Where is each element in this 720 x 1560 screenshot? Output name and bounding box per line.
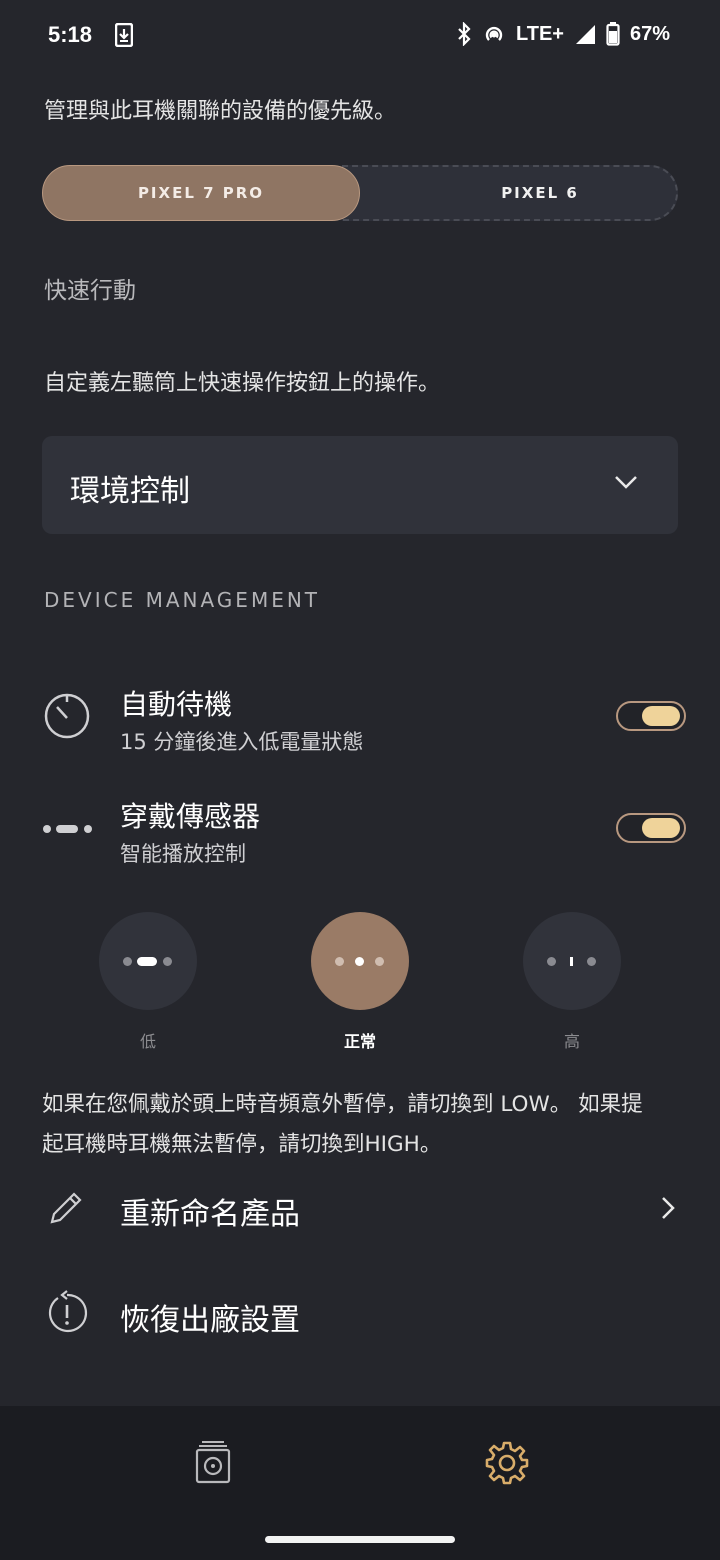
home-indicator[interactable]: [265, 1536, 455, 1543]
sensitivity-low-label: 低: [139, 1032, 156, 1051]
auto-standby-subtitle: 15 分鐘後進入低電量狀態: [120, 730, 364, 754]
quick-action-title: 快速行動: [44, 278, 136, 304]
bluetooth-icon: [458, 22, 471, 46]
auto-standby-title: 自動待機: [120, 688, 233, 721]
download-notification-icon: [115, 23, 133, 47]
sensitivity-high-label: 高: [563, 1032, 580, 1051]
sensitivity-note-line-1: 如果在您佩戴於頭上時音頻意外暫停，請切換到 LOW。 如果提: [42, 1092, 643, 1117]
device-icon[interactable]: [194, 1440, 232, 1484]
pencil-icon: [50, 1192, 82, 1224]
rename-product-row[interactable]: 重新命名產品: [0, 1170, 720, 1246]
status-bar: 5:18 LTE+ 67%: [0, 0, 720, 72]
factory-reset-row[interactable]: 恢復出廠設置: [0, 1276, 720, 1352]
status-icons: LTE+ 67%: [456, 22, 670, 46]
auto-standby-toggle[interactable]: [616, 701, 686, 731]
wear-sensor-toggle[interactable]: [616, 813, 686, 843]
sensitivity-low-button[interactable]: [99, 912, 197, 1010]
factory-reset-label: 恢復出廠設置: [120, 1303, 300, 1338]
chevron-right-icon: [662, 1197, 675, 1219]
wear-sensor-icon: [43, 825, 92, 833]
hotspot-icon: [485, 26, 503, 41]
network-type: LTE+: [516, 22, 564, 45]
wear-sensor-title: 穿戴傳感器: [120, 800, 261, 833]
quick-action-description: 自定義左聽筒上快速操作按鈕上的操作。: [44, 371, 441, 396]
gear-icon[interactable]: [484, 1440, 530, 1486]
timer-icon: [44, 693, 90, 739]
sensitivity-high-button[interactable]: [523, 912, 621, 1010]
sensitivity-normal-button[interactable]: [311, 912, 409, 1010]
wear-sensor-subtitle: 智能播放控制: [120, 842, 246, 866]
sensitivity-note-line-2: 起耳機時耳機無法暫停，請切換到HIGH。: [42, 1132, 442, 1157]
sensitivity-note: 如果在您佩戴於頭上時音頻意外暫停，請切換到 LOW。 如果提 起耳機時耳機無法暫…: [42, 1085, 643, 1165]
reset-icon: [48, 1290, 88, 1333]
segment-pixel-7-pro[interactable]: PIXEL 7 PRO: [42, 165, 360, 221]
priority-description: 管理與此耳機關聯的設備的優先級。: [44, 99, 397, 124]
rename-product-label: 重新命名產品: [120, 1197, 300, 1232]
device-management-heading: DEVICE MANAGEMENT: [44, 588, 321, 612]
segment-pixel-6[interactable]: PIXEL 6: [402, 165, 678, 221]
device-priority-selector: PIXEL 7 PRO PIXEL 6: [42, 165, 678, 221]
signal-icon: [575, 25, 595, 44]
chevron-down-icon: [615, 476, 637, 489]
toggle-knob: [642, 818, 680, 838]
battery-percent: 67%: [629, 22, 670, 45]
quick-action-value: 環境控制: [70, 474, 190, 509]
toggle-knob: [642, 706, 680, 726]
quick-action-dropdown[interactable]: 環境控制: [42, 436, 678, 534]
sensitivity-normal-label: 正常: [343, 1032, 376, 1051]
status-time: 5:18: [48, 22, 93, 47]
battery-icon: [606, 22, 620, 46]
